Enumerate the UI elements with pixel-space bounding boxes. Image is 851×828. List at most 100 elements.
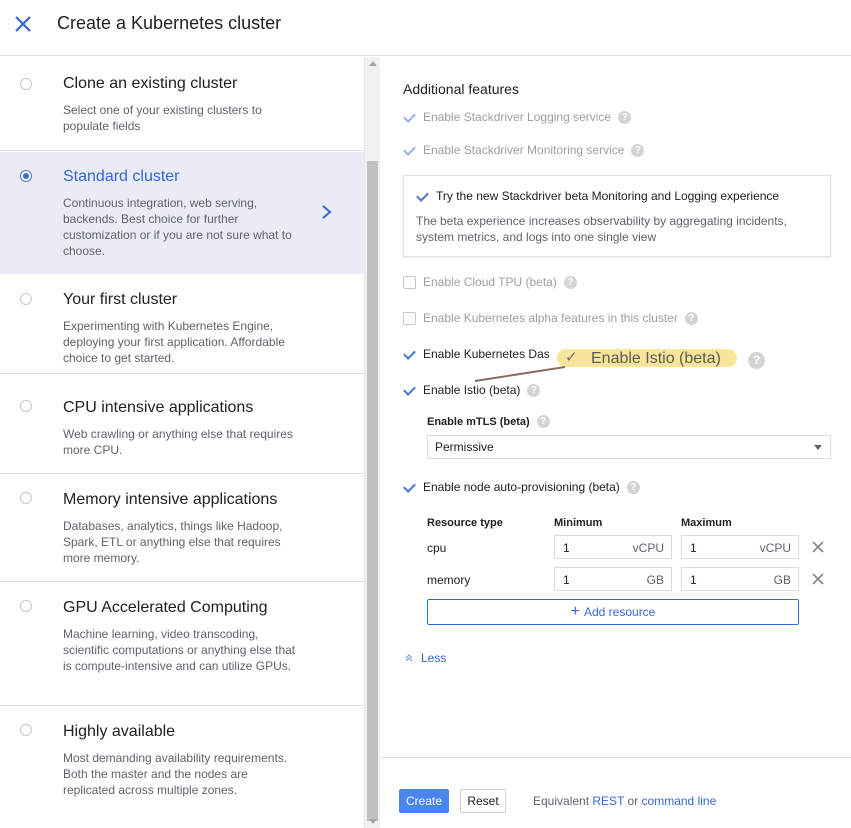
istio-label: Enable Istio (beta) — [423, 383, 521, 397]
memory-maximum-input[interactable]: 1 GB — [681, 567, 799, 591]
add-resource-label: Add resource — [583, 605, 656, 619]
dialog-title: Create a Kubernetes cluster — [57, 13, 282, 33]
logging-checkbox[interactable] — [403, 110, 416, 124]
maximum-header: Maximum — [681, 517, 732, 529]
plus-icon: + — [570, 603, 580, 620]
beta-experience-description: The beta experience increases observabil… — [416, 214, 787, 244]
alpha-features-label: Enable Kubernetes alpha features in this… — [423, 311, 678, 325]
radio-button[interactable] — [20, 724, 32, 736]
dashboard-option: Enable Kubernetes Das — [403, 345, 550, 363]
template-name: CPU intensive applications — [63, 399, 254, 416]
cluster-template-list: Clone an existing cluster Select one of … — [0, 57, 364, 828]
template-name: Your first cluster — [63, 291, 178, 308]
minimum-header: Minimum — [554, 517, 603, 529]
create-button[interactable]: Create — [399, 789, 449, 813]
cpu-minimum-input[interactable]: 1 vCPU — [554, 535, 672, 559]
equivalent-text: Equivalent — [533, 794, 590, 808]
template-name: Clone an existing cluster — [63, 75, 238, 92]
input-unit: GB — [646, 573, 664, 587]
dialog-footer: Create Reset Equivalent REST or command … — [381, 757, 851, 828]
cloud-tpu-label: Enable Cloud TPU (beta) — [423, 275, 557, 289]
radio-button-selected[interactable] — [20, 170, 32, 182]
template-standard-cluster[interactable]: Standard cluster Continuous integration,… — [0, 152, 364, 274]
beta-experience-option: Try the new Stackdriver beta Monitoring … — [416, 187, 779, 205]
help-icon[interactable]: ? — [631, 143, 645, 157]
beta-experience-label: Try the new Stackdriver beta Monitoring … — [436, 189, 780, 203]
help-icon[interactable]: ? — [618, 110, 632, 124]
radio-button[interactable] — [20, 492, 32, 504]
istio-checkbox[interactable] — [403, 383, 416, 397]
scrollbar-thumb[interactable] — [367, 161, 378, 821]
command-line-link[interactable]: command line — [642, 794, 717, 808]
autoprovisioning-label: Enable node auto-provisioning (beta) — [423, 480, 620, 494]
chevron-up-icon — [405, 654, 413, 662]
input-value: 1 — [690, 573, 697, 587]
cloud-tpu-option: Enable Cloud TPU (beta) ? — [403, 273, 577, 291]
less-toggle[interactable]: Less — [405, 651, 446, 665]
close-icon[interactable] — [12, 13, 34, 35]
help-icon[interactable]: ? — [684, 311, 698, 325]
autoprovisioning-checkbox[interactable] — [403, 480, 416, 494]
input-value: 1 — [563, 541, 570, 555]
annotation-text: Enable Istio (beta) — [591, 350, 721, 367]
add-resource-button[interactable]: + Add resource — [427, 599, 799, 625]
help-icon[interactable]: ? — [527, 383, 541, 397]
radio-button[interactable] — [20, 293, 32, 305]
rest-link[interactable]: REST — [592, 794, 624, 808]
template-name: Memory intensive applications — [63, 491, 278, 508]
input-unit: vCPU — [632, 541, 664, 555]
beta-experience-checkbox[interactable] — [416, 189, 429, 203]
radio-button[interactable] — [20, 78, 32, 90]
dropdown-arrow-icon — [814, 445, 822, 450]
dashboard-label: Enable Kubernetes Das — [423, 347, 550, 361]
chevron-right-icon — [320, 204, 334, 220]
cluster-settings-panel: Additional features Enable Stackdriver L… — [381, 57, 851, 828]
help-icon: ? — [748, 352, 765, 369]
cpu-maximum-input[interactable]: 1 vCPU — [681, 535, 799, 559]
template-cpu-intensive[interactable]: CPU intensive applications Web crawling … — [0, 374, 364, 474]
istio-option: Enable Istio (beta) ? — [403, 381, 541, 399]
mtls-label-text: Enable mTLS (beta) — [427, 415, 530, 428]
template-description: Continuous integration, web serving, bac… — [63, 196, 292, 258]
logging-option: Enable Stackdriver Logging service ? — [403, 108, 632, 126]
resource-name-cpu: cpu — [427, 541, 447, 555]
delete-memory-resource-icon[interactable] — [811, 572, 825, 586]
template-your-first-cluster[interactable]: Your first cluster Experimenting with Ku… — [0, 274, 364, 374]
mtls-selected-value: Permissive — [435, 440, 494, 454]
template-gpu-accelerated[interactable]: GPU Accelerated Computing Machine learni… — [0, 582, 364, 706]
autoprovisioning-option: Enable node auto-provisioning (beta) ? — [403, 478, 640, 496]
template-name: Standard cluster — [63, 168, 180, 185]
input-value: 1 — [563, 573, 570, 587]
help-icon[interactable]: ? — [536, 415, 550, 428]
radio-button[interactable] — [20, 600, 32, 612]
template-description: Web crawling or anything else that requi… — [63, 427, 293, 457]
template-description: Experimenting with Kubernetes Engine, de… — [63, 319, 285, 365]
memory-minimum-input[interactable]: 1 GB — [554, 567, 672, 591]
mtls-field-label: Enable mTLS (beta) ? — [427, 415, 550, 428]
alpha-features-checkbox[interactable] — [403, 311, 416, 325]
alpha-features-option: Enable Kubernetes alpha features in this… — [403, 309, 698, 327]
template-list-scrollbar[interactable] — [364, 57, 380, 828]
help-icon[interactable]: ? — [626, 480, 640, 494]
scroll-up-icon[interactable] — [369, 61, 377, 66]
template-description: Machine learning, video transcoding, sci… — [63, 627, 296, 673]
istio-highlight-annotation: ✓ Enable Istio (beta) ? — [555, 340, 765, 374]
template-clone-existing[interactable]: Clone an existing cluster Select one of … — [0, 57, 364, 151]
template-description: Select one of your existing clusters to … — [63, 103, 262, 133]
stackdriver-beta-card: Try the new Stackdriver beta Monitoring … — [403, 175, 831, 257]
mtls-select[interactable]: Permissive — [427, 435, 831, 459]
dashboard-checkbox[interactable] — [403, 347, 416, 361]
monitoring-checkbox[interactable] — [403, 143, 416, 157]
help-icon[interactable]: ? — [563, 275, 577, 289]
reset-button[interactable]: Reset — [460, 789, 506, 813]
template-description: Most demanding availability requirements… — [63, 751, 288, 797]
monitoring-label: Enable Stackdriver Monitoring service — [423, 143, 625, 157]
scroll-down-icon[interactable] — [369, 819, 377, 824]
radio-button[interactable] — [20, 400, 32, 412]
delete-cpu-resource-icon[interactable] — [811, 540, 825, 554]
template-memory-intensive[interactable]: Memory intensive applications Databases,… — [0, 474, 364, 582]
dialog-header: Create a Kubernetes cluster — [0, 0, 851, 56]
cloud-tpu-checkbox[interactable] — [403, 275, 416, 289]
template-highly-available[interactable]: Highly available Most demanding availabi… — [0, 706, 364, 828]
resource-type-header: Resource type — [427, 517, 503, 529]
